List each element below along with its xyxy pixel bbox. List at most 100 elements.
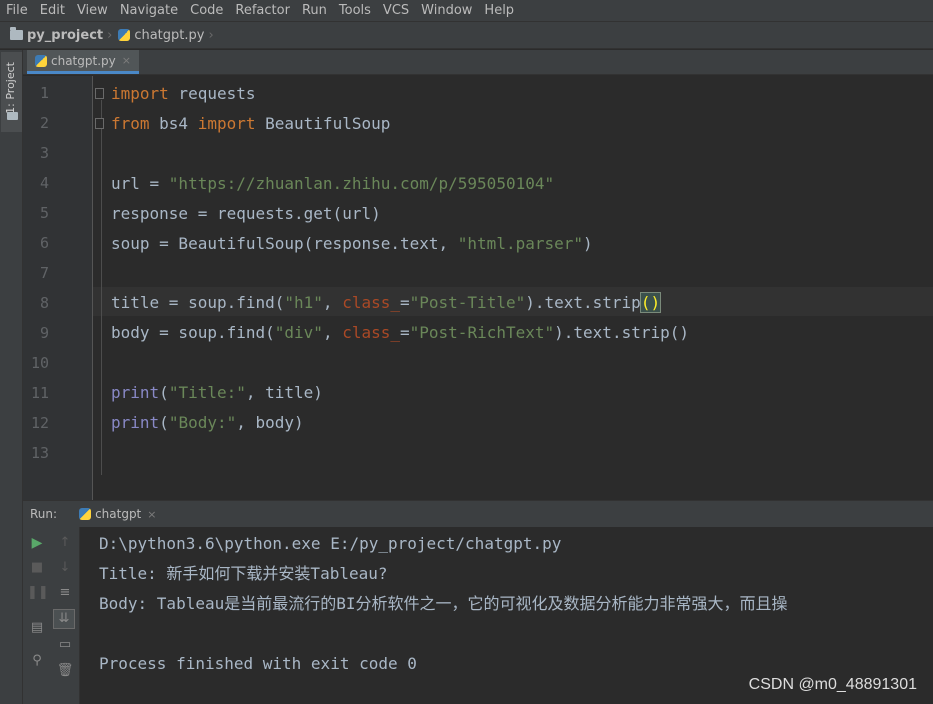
code-text: bs4: [149, 114, 198, 133]
line-number: 6: [39, 234, 49, 252]
string-literal: "Body:": [168, 413, 237, 432]
editor-tab-bar: chatgpt.py ×: [23, 50, 933, 75]
line-number-gutter: 1 2 3 4 5 6 7 8 9 10 11 12 13: [23, 76, 93, 500]
code-line-2[interactable]: from bs4 import BeautifulSoup: [111, 109, 390, 139]
code-text: , body): [236, 413, 304, 432]
keyword: import: [197, 114, 256, 133]
breadcrumb-file[interactable]: chatgpt.py ›: [118, 28, 214, 43]
code-text: BeautifulSoup: [255, 114, 391, 133]
code-line-12[interactable]: print("Body:", body): [111, 408, 304, 438]
run-label: Run:: [30, 507, 58, 521]
folder-icon: [7, 112, 18, 120]
editor-tab-label: chatgpt.py: [51, 53, 116, 68]
menu-vcs[interactable]: VCS: [377, 3, 415, 18]
string-literal: "Post-Title": [409, 293, 526, 312]
code-line-9[interactable]: body = soup.find("div", class_="Post-Ric…: [111, 318, 689, 348]
code-text: soup = BeautifulSoup(response.text,: [111, 234, 458, 253]
code-text: ).text.strip: [525, 293, 641, 312]
console-line: Process finished with exit code 0: [99, 654, 417, 673]
python-file-icon: [35, 54, 47, 67]
line-number: 8: [39, 294, 49, 312]
fold-icon[interactable]: [95, 88, 104, 99]
console-line: D:\python3.6\python.exe E:/py_project/ch…: [99, 534, 562, 553]
code-line-4[interactable]: url = "https://zhuanlan.zhihu.com/p/5950…: [111, 169, 554, 199]
string-literal: "h1": [284, 293, 323, 312]
code-line-1[interactable]: import requests: [111, 79, 256, 109]
chevron-right-icon: ›: [107, 27, 113, 43]
project-tool-label: 1: Project: [4, 62, 17, 114]
line-number: 9: [39, 324, 49, 342]
run-tab-chatgpt[interactable]: chatgpt ×: [73, 501, 162, 527]
code-text: title = soup.find(: [111, 293, 285, 312]
string-literal: "div": [274, 323, 323, 342]
arrow-up-icon[interactable]: ↑: [55, 535, 75, 551]
breadcrumb: py_project › chatgpt.py ›: [0, 21, 933, 49]
builtin-function: print: [111, 383, 160, 402]
keyword-argument: class_: [342, 323, 400, 342]
stop-icon[interactable]: ■: [27, 560, 47, 576]
matched-brackets: (): [639, 292, 662, 313]
close-icon[interactable]: ×: [147, 508, 156, 521]
project-tool-tab[interactable]: 1: Project: [1, 52, 22, 132]
line-number: 12: [30, 414, 49, 432]
keyword-argument: class_: [342, 293, 400, 312]
scroll-to-end-icon[interactable]: ⇊: [53, 609, 75, 629]
string-literal: "Title:": [168, 383, 246, 402]
rerun-icon[interactable]: ▶: [27, 535, 47, 551]
menu-refactor[interactable]: Refactor: [229, 3, 296, 18]
code-text: url =: [111, 174, 169, 193]
code-line-11[interactable]: print("Title:", title): [111, 378, 323, 408]
pin-icon[interactable]: ⚲: [27, 653, 47, 669]
string-literal: "html.parser": [457, 234, 584, 253]
string-literal: "Post-RichText": [409, 323, 555, 342]
left-tool-strip: [0, 50, 23, 704]
pause-icon[interactable]: ❚❚: [27, 585, 49, 601]
line-number: 2: [39, 114, 49, 132]
code-text: body = soup.find(: [111, 323, 275, 342]
code-text: ,: [322, 293, 343, 312]
line-number: 3: [39, 144, 49, 162]
line-number: 13: [30, 444, 49, 462]
folder-icon: [10, 27, 23, 40]
line-number: 11: [30, 384, 49, 402]
code-text: (: [159, 383, 169, 402]
menu-navigate[interactable]: Navigate: [114, 3, 184, 18]
code-text: =: [399, 293, 410, 312]
fold-icon[interactable]: [95, 118, 104, 129]
menu-code[interactable]: Code: [184, 3, 229, 18]
run-toolbar-secondary: ↑ ↓ ≡ ⇊ ▭ 🗑: [50, 527, 80, 704]
keyword: from: [111, 114, 150, 133]
layout-icon[interactable]: ▤: [27, 620, 47, 636]
menu-file[interactable]: File: [0, 3, 34, 18]
python-file-icon: [118, 29, 131, 41]
menu-view[interactable]: View: [71, 3, 114, 18]
menu-edit[interactable]: Edit: [34, 3, 71, 18]
code-text: , title): [245, 383, 323, 402]
line-number: 1: [39, 84, 49, 102]
console-line: Body: Tableau是当前最流行的BI分析软件之一，它的可视化及数据分析能…: [99, 594, 788, 613]
menu-run[interactable]: Run: [296, 3, 333, 18]
builtin-function: print: [111, 413, 160, 432]
editor-tab-chatgpt[interactable]: chatgpt.py ×: [27, 50, 139, 74]
soft-wrap-icon[interactable]: ≡: [55, 585, 75, 601]
menu-window[interactable]: Window: [415, 3, 478, 18]
menu-help[interactable]: Help: [478, 3, 520, 18]
trash-icon[interactable]: 🗑: [55, 663, 75, 679]
print-icon[interactable]: ▭: [55, 637, 75, 653]
code-line-6[interactable]: soup = BeautifulSoup(response.text, "htm…: [111, 229, 593, 259]
python-file-icon: [79, 508, 92, 520]
code-text: requests: [168, 84, 256, 103]
menu-bar: File Edit View Navigate Code Refactor Ru…: [0, 0, 933, 21]
menu-tools[interactable]: Tools: [333, 3, 377, 18]
run-toolbar-primary: ▶ ■ ❚❚ ▤ ⚲: [23, 527, 50, 704]
code-text: ,: [322, 323, 343, 342]
close-icon[interactable]: ×: [122, 54, 131, 67]
code-text: =: [400, 323, 410, 342]
code-line-5[interactable]: response = requests.get(url): [111, 199, 381, 229]
arrow-down-icon[interactable]: ↓: [55, 560, 75, 576]
run-tab-label: chatgpt: [95, 507, 142, 521]
breadcrumb-project[interactable]: py_project ›: [10, 27, 113, 43]
code-line-8[interactable]: title = soup.find("h1", class_="Post-Tit…: [111, 288, 662, 318]
keyword: import: [111, 84, 169, 103]
code-text: ).text.strip(): [554, 323, 689, 342]
